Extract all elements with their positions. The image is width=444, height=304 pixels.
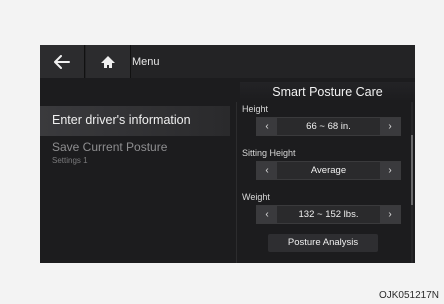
chevron-left-icon: ‹ xyxy=(265,121,269,132)
height-label: Height xyxy=(242,104,269,114)
sitting-height-decrease-button[interactable]: ‹ xyxy=(257,162,277,179)
chevron-right-icon: › xyxy=(388,165,392,176)
weight-label: Weight xyxy=(242,192,270,202)
menu-item-sublabel: Settings 1 xyxy=(52,156,88,165)
height-increase-button[interactable]: › xyxy=(380,118,400,135)
figure-code: OJK051217N xyxy=(378,290,439,301)
panel-title: Smart Posture Care xyxy=(240,82,415,102)
top-bar: Menu xyxy=(40,45,415,78)
height-decrease-button[interactable]: ‹ xyxy=(257,118,277,135)
weight-decrease-button[interactable]: ‹ xyxy=(257,206,277,223)
height-stepper: ‹ 66 ~ 68 in. › xyxy=(256,117,401,136)
topbar-divider xyxy=(84,45,85,78)
height-value: 66 ~ 68 in. xyxy=(306,121,351,132)
topbar-divider xyxy=(130,45,131,78)
sitting-height-value: Average xyxy=(310,165,347,176)
home-icon xyxy=(101,55,115,68)
back-button[interactable] xyxy=(40,45,84,78)
chevron-left-icon: ‹ xyxy=(265,209,269,220)
menu-item-save-current-posture[interactable]: Save Current Posture Settings 1 xyxy=(40,138,230,172)
menu-button[interactable]: Menu xyxy=(132,45,172,78)
back-arrow-icon xyxy=(54,54,70,69)
posture-analysis-button[interactable]: Posture Analysis xyxy=(268,234,378,252)
weight-stepper: ‹ 132 ~ 152 lbs. › xyxy=(256,205,401,224)
settings-panel: Height ‹ 66 ~ 68 in. › Sitting Height ‹ … xyxy=(240,102,410,263)
chevron-right-icon: › xyxy=(388,209,392,220)
weight-increase-button[interactable]: › xyxy=(380,206,400,223)
sitting-height-label: Sitting Height xyxy=(242,148,296,158)
scrollbar-thumb[interactable] xyxy=(411,135,413,205)
sitting-height-stepper: ‹ Average › xyxy=(256,161,401,180)
menu-item-enter-driver-info[interactable]: Enter driver's information xyxy=(40,106,230,136)
menu-item-label: Enter driver's information xyxy=(52,113,191,127)
infotainment-screen: Menu Smart Posture Care Enter driver's i… xyxy=(40,45,415,263)
menu-item-label: Save Current Posture xyxy=(52,140,168,154)
home-button[interactable] xyxy=(86,45,130,78)
sitting-height-increase-button[interactable]: › xyxy=(380,162,400,179)
left-menu: Enter driver's information Save Current … xyxy=(40,102,235,263)
menu-label: Menu xyxy=(132,55,160,68)
chevron-left-icon: ‹ xyxy=(265,165,269,176)
chevron-right-icon: › xyxy=(388,121,392,132)
column-divider xyxy=(236,102,237,263)
weight-value: 132 ~ 152 lbs. xyxy=(298,209,359,220)
